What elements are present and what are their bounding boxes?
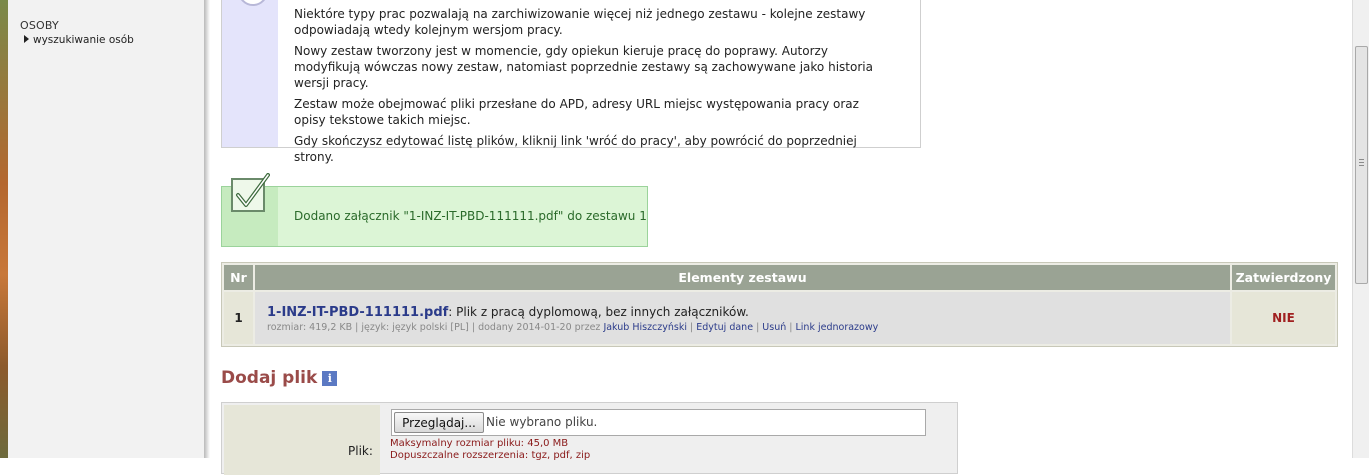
cell-approved: NIE [1232,292,1335,344]
triangle-right-icon [24,35,29,43]
info-icon[interactable]: i [322,371,338,386]
add-file-title: Dodaj plik i [221,368,338,388]
success-message: Dodano załącznik "1-INZ-IT-PBD-111111.pd… [294,209,647,223]
file-label: Plik: [348,444,373,458]
success-message-box: Dodano załącznik "1-INZ-IT-PBD-111111.pd… [221,173,648,247]
sidebar-item-search-people[interactable]: wyszukiwanie osób [24,34,134,46]
info-paragraph: Niektóre typy prac pozwalają na zarchiwi… [294,7,866,37]
sidebar: OSOBY wyszukiwanie osób [8,0,210,458]
file-link[interactable]: 1-INZ-IT-PBD-111111.pdf [267,305,448,320]
info-paragraph: Nowy zestaw tworzony jest w momencie, gd… [294,44,873,90]
file-meta: rozmiar: 419,2 KB | język: język polski … [267,322,878,333]
separator: | [753,322,763,333]
info-paragraph: Zestaw może obejmować pliki przesłane do… [294,97,859,127]
delete-link[interactable]: Usuń [762,322,786,333]
info-box: Niektóre typy prac pozwalają na zarchiwi… [221,0,921,164]
vertical-scrollbar[interactable] [1352,0,1369,458]
column-header-nr: Nr [224,265,253,290]
file-description: : Plik z pracą dyplomową, bez innych zał… [448,305,749,319]
sidebar-item-label: wyszukiwanie osób [33,34,134,46]
sidebar-shadow [204,0,210,458]
file-input[interactable]: Przeglądaj... Nie wybrano pliku. [391,409,926,436]
info-box-band [222,0,278,147]
author-link[interactable]: Jakub Hiszczyński [603,322,687,333]
separator: | [786,322,796,333]
info-text: Niektóre typy prac pozwalają na zarchiwi… [294,6,894,170]
info-paragraph: Gdy skończysz edytować listę plików, kli… [294,134,857,164]
separator: | [687,322,697,333]
background-photo-strip [0,0,8,458]
grip-line [1359,162,1364,163]
file-meta-text: rozmiar: 419,2 KB | język: język polski … [267,322,604,333]
file-line: 1-INZ-IT-PBD-111111.pdf: Plik z pracą dy… [267,305,749,320]
browse-button[interactable]: Przeglądaj... [394,412,484,433]
column-header-approved: Zatwierdzony [1232,265,1335,290]
scrollbar-thumb[interactable] [1355,46,1368,284]
max-size-hint: Maksymalny rozmiar pliku: 45,0 MB [390,438,569,449]
set-elements-table: Nr Elementy zestawu Zatwierdzony 1 1-INZ… [221,262,1338,347]
grip-line [1359,159,1364,160]
grip-line [1359,165,1364,166]
cell-elements: 1-INZ-IT-PBD-111111.pdf: Plik z pracą dy… [255,292,1230,344]
form-label-column [224,405,380,475]
sidebar-heading: OSOBY [20,19,59,32]
cell-nr: 1 [224,292,253,344]
add-file-form: Plik: Przeglądaj... Nie wybrano pliku. M… [221,402,958,475]
add-file-title-text: Dodaj plik [221,368,318,388]
checkmark-icon [231,173,270,212]
column-header-elements: Elementy zestawu [255,265,1230,290]
no-file-text: Nie wybrano pliku. [486,415,598,429]
onetime-link[interactable]: Link jednorazowy [796,322,879,333]
extensions-hint: Dopuszczalne rozszerzenia: tgz, pdf, zip [390,450,591,461]
edit-link[interactable]: Edytuj dane [696,322,753,333]
